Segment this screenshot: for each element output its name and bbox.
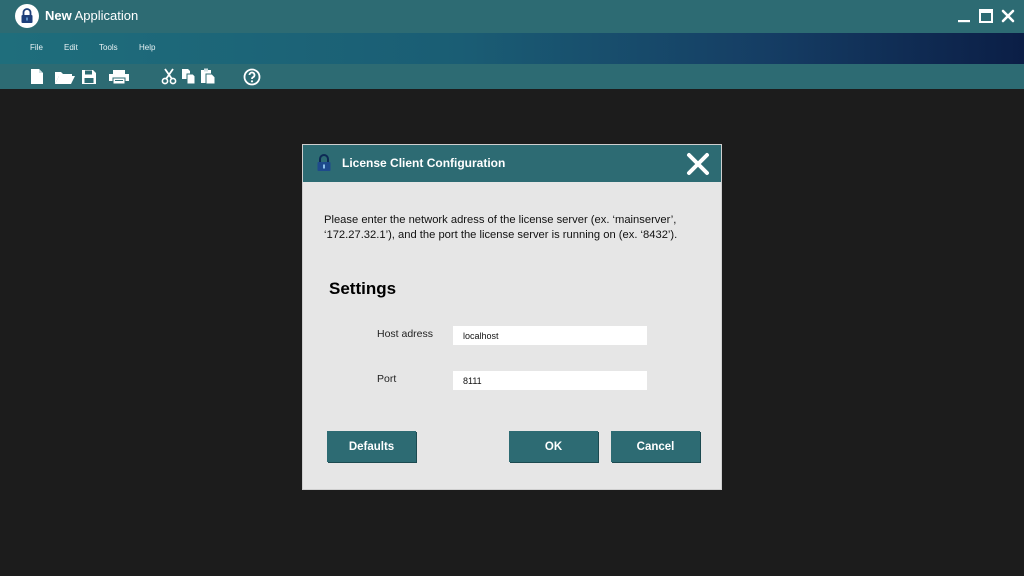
menu-file[interactable]: File [30,43,43,52]
dialog-header: License Client Configuration [303,145,721,182]
ok-button[interactable]: OK [509,431,598,462]
copy-icon [182,69,196,85]
dialog-close-button[interactable] [685,151,711,177]
close-icon [687,153,709,175]
print-icon [109,69,129,84]
window-title-bold: New [45,8,72,23]
window-title-rest: Application [71,8,139,23]
close-icon [1001,9,1015,23]
new-file-button[interactable] [27,67,47,86]
lock-icon [316,154,332,172]
host-label: Host adress [377,328,434,340]
menu-help[interactable]: Help [139,43,155,52]
license-dialog: License Client Configuration Please ente… [303,145,721,489]
defaults-button[interactable]: Defaults [327,431,416,462]
dialog-description: Please enter the network adress of the l… [324,214,678,241]
copy-button[interactable] [179,67,199,86]
menu-edit[interactable]: Edit [64,43,78,52]
window-title: New Application [45,8,138,23]
settings-heading: Settings [329,279,397,298]
save-icon [82,69,96,84]
paste-icon [201,68,216,85]
toolbar [0,64,1024,89]
minimize-button[interactable] [956,7,972,25]
app-lock-icon [15,4,39,28]
title-bar: New Application [0,0,1024,33]
paste-button[interactable] [198,67,218,86]
dialog-title: License Client Configuration [342,156,506,170]
host-input[interactable] [453,326,647,345]
cut-button[interactable] [159,67,179,86]
save-button[interactable] [79,67,99,86]
port-input[interactable] [453,371,647,390]
maximize-icon [979,9,993,23]
open-button[interactable] [53,67,77,86]
maximize-button[interactable] [978,7,994,25]
minimize-icon [958,20,970,23]
new-file-icon [31,69,43,84]
close-window-button[interactable] [1000,7,1016,25]
menu-tools[interactable]: Tools [99,43,118,52]
print-button[interactable] [107,67,131,86]
cut-icon [161,68,177,85]
open-folder-icon [55,71,75,84]
help-icon [243,68,261,85]
help-button[interactable] [242,67,262,86]
port-label: Port [377,373,397,385]
menu-bar: File Edit Tools Help [0,33,1024,64]
cancel-button[interactable]: Cancel [611,431,700,462]
window-controls [956,7,1016,25]
